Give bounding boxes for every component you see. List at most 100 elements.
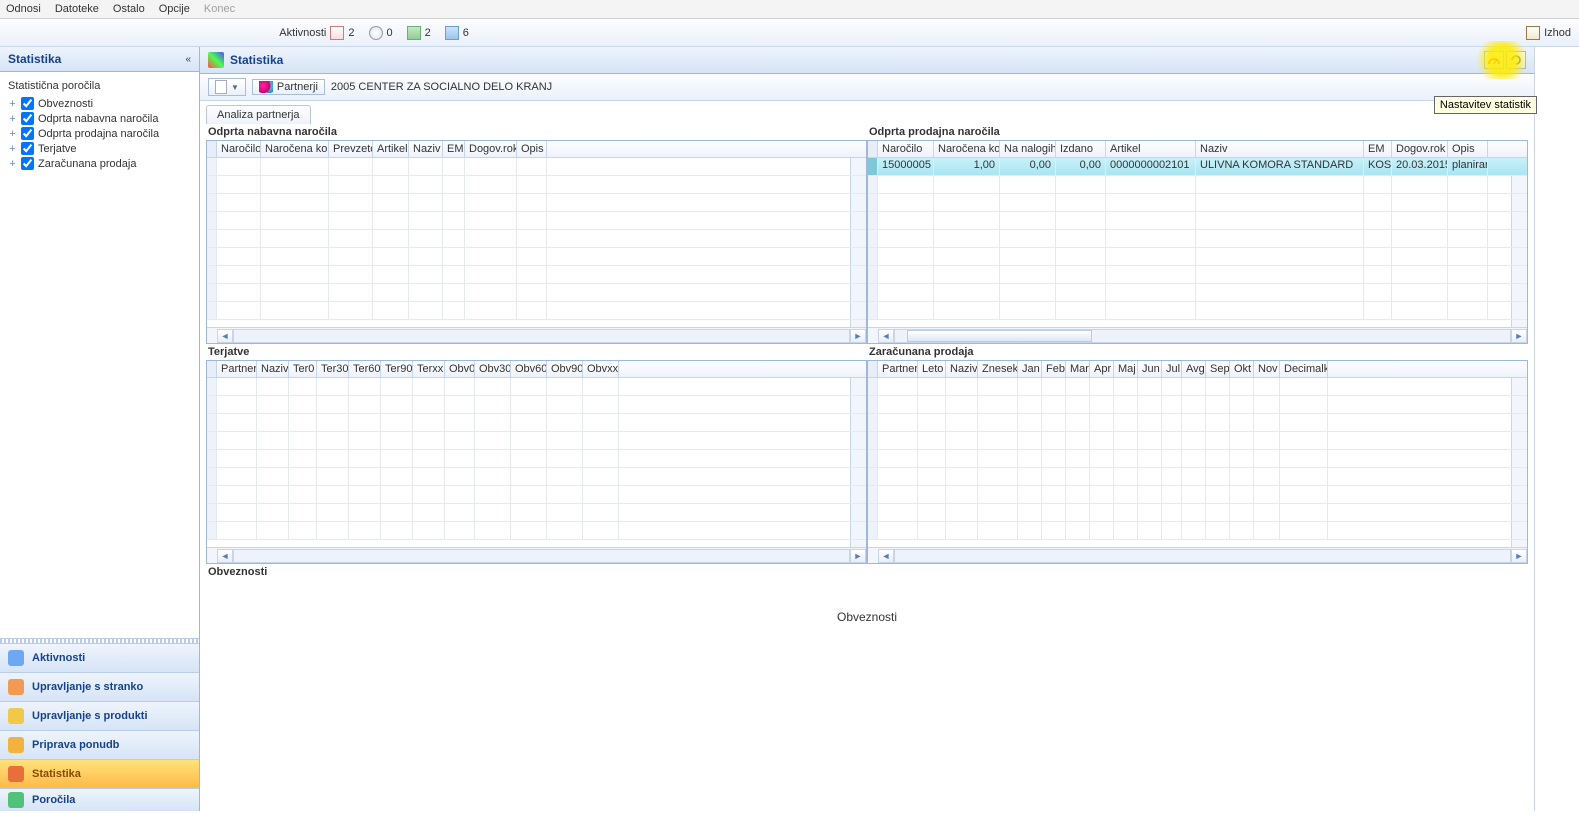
table-row[interactable]	[868, 396, 1511, 414]
col-obv60[interactable]: Obv60	[511, 361, 547, 377]
col-leto[interactable]: Leto	[918, 361, 946, 377]
col-ter0[interactable]: Ter0	[289, 361, 317, 377]
table-row[interactable]	[207, 266, 850, 284]
col-dogov-rok[interactable]: Dogov.rok	[1392, 141, 1448, 157]
table-row[interactable]	[207, 450, 850, 468]
table-row[interactable]	[868, 432, 1511, 450]
col-obv90[interactable]: Obv90	[547, 361, 583, 377]
col-jun[interactable]: Jun	[1138, 361, 1162, 377]
toolbar-aktivnosti[interactable]: Aktivnosti 2	[279, 26, 354, 40]
col-naro-ena-kol-[interactable]: Naročena kol.	[934, 141, 1000, 157]
tree-checkbox[interactable]	[21, 112, 34, 125]
col-partner[interactable]: Partner	[217, 361, 257, 377]
col-opis[interactable]: Opis	[1448, 141, 1488, 157]
col-naro-ena-kol-[interactable]: Naročena kol.	[261, 141, 329, 157]
nav-item-statistika[interactable]: Statistika	[0, 760, 199, 789]
col-obv30[interactable]: Obv30	[475, 361, 511, 377]
col-prevzeto[interactable]: Prevzeto	[329, 141, 373, 157]
sidebar-collapse[interactable]: «	[185, 54, 191, 65]
tree-item-2[interactable]: +Odprta prodajna naročila	[8, 126, 191, 141]
table-row[interactable]	[868, 486, 1511, 504]
col-sep[interactable]: Sep	[1206, 361, 1230, 377]
col-feb[interactable]: Feb	[1042, 361, 1066, 377]
col-jan[interactable]: Jan	[1018, 361, 1042, 377]
col-artikel[interactable]: Artikel	[373, 141, 409, 157]
table-row[interactable]	[868, 414, 1511, 432]
tree-checkbox[interactable]	[21, 157, 34, 170]
expand-icon[interactable]: +	[8, 113, 17, 125]
table-row[interactable]	[207, 194, 850, 212]
table-row[interactable]	[868, 468, 1511, 486]
toolbar-count-c[interactable]: 2	[407, 26, 431, 40]
toolbar-count-d[interactable]: 6	[445, 26, 469, 40]
partners-button[interactable]: Partnerji	[252, 79, 325, 95]
tree-item-4[interactable]: +Zaračunana prodaja	[8, 156, 191, 171]
table-row[interactable]	[207, 212, 850, 230]
col-nov[interactable]: Nov	[1254, 361, 1280, 377]
tree-checkbox[interactable]	[21, 127, 34, 140]
table-row[interactable]	[207, 504, 850, 522]
hscroll[interactable]: ◄►	[868, 547, 1527, 563]
table-row[interactable]	[868, 212, 1511, 230]
col-izdano[interactable]: Izdano	[1056, 141, 1106, 157]
menu-konec[interactable]: Konec	[204, 3, 235, 15]
col-partner[interactable]: Partner	[878, 361, 918, 377]
col-em[interactable]: EM	[443, 141, 465, 157]
col-artikel[interactable]: Artikel	[1106, 141, 1196, 157]
nav-item-priprava-ponudb[interactable]: Priprava ponudb	[0, 731, 199, 760]
table-row[interactable]	[207, 378, 850, 396]
col-naziv[interactable]: Naziv	[409, 141, 443, 157]
menu-opcije[interactable]: Opcije	[159, 3, 190, 15]
table-row[interactable]	[207, 486, 850, 504]
expand-icon[interactable]: +	[8, 158, 17, 170]
col-mar[interactable]: Mar	[1066, 361, 1090, 377]
table-row[interactable]	[207, 176, 850, 194]
table-row[interactable]	[868, 176, 1511, 194]
hscroll[interactable]: ◄►	[868, 327, 1527, 343]
menu-datoteke[interactable]: Datoteke	[55, 3, 99, 15]
col-avg[interactable]: Avg	[1182, 361, 1206, 377]
table-row[interactable]	[207, 284, 850, 302]
hscroll[interactable]: ◄►	[207, 547, 866, 563]
col-em[interactable]: EM	[1364, 141, 1392, 157]
table-row[interactable]: 150000051,000,000,000000000002101ULIVNA …	[868, 158, 1511, 176]
table-row[interactable]	[207, 432, 850, 450]
settings-button[interactable]	[1484, 51, 1504, 69]
tab-analiza[interactable]: Analiza partnerja	[206, 105, 311, 124]
col-naziv[interactable]: Naziv	[946, 361, 978, 377]
table-row[interactable]	[207, 158, 850, 176]
col-obvxx[interactable]: Obvxx	[583, 361, 619, 377]
col-naro-ilo[interactable]: Naročilo	[217, 141, 261, 157]
table-row[interactable]	[868, 378, 1511, 396]
col-obv0[interactable]: Obv0	[445, 361, 475, 377]
tree-checkbox[interactable]	[21, 142, 34, 155]
col-naro-ilo[interactable]: Naročilo	[878, 141, 934, 157]
tree-item-1[interactable]: +Odprta nabavna naročila	[8, 111, 191, 126]
table-row[interactable]	[868, 302, 1511, 320]
col-okt[interactable]: Okt	[1230, 361, 1254, 377]
menu-odnosi[interactable]: Odnosi	[6, 3, 41, 15]
table-row[interactable]	[207, 396, 850, 414]
col-ter60[interactable]: Ter60	[349, 361, 381, 377]
col-apr[interactable]: Apr	[1090, 361, 1114, 377]
expand-icon[interactable]: +	[8, 128, 17, 140]
table-row[interactable]	[207, 414, 850, 432]
menu-ostalo[interactable]: Ostalo	[113, 3, 145, 15]
col-dogov-rok[interactable]: Dogov.rok	[465, 141, 517, 157]
table-row[interactable]	[207, 468, 850, 486]
col-maj[interactable]: Maj	[1114, 361, 1138, 377]
expand-icon[interactable]: +	[8, 98, 17, 110]
toolbar-count-b[interactable]: 0	[369, 26, 393, 40]
col-naziv[interactable]: Naziv	[1196, 141, 1364, 157]
tree-checkbox[interactable]	[21, 97, 34, 110]
table-row[interactable]	[868, 284, 1511, 302]
table-row[interactable]	[868, 522, 1511, 540]
tree-item-3[interactable]: +Terjatve	[8, 141, 191, 156]
table-row[interactable]	[868, 266, 1511, 284]
col-opis[interactable]: Opis	[517, 141, 547, 157]
nav-item-upravljanje-s-stranko[interactable]: Upravljanje s stranko	[0, 673, 199, 702]
expand-icon[interactable]: +	[8, 143, 17, 155]
document-dropdown[interactable]: ▼	[208, 78, 246, 96]
col-znesek[interactable]: Znesek	[978, 361, 1018, 377]
table-row[interactable]	[207, 522, 850, 540]
